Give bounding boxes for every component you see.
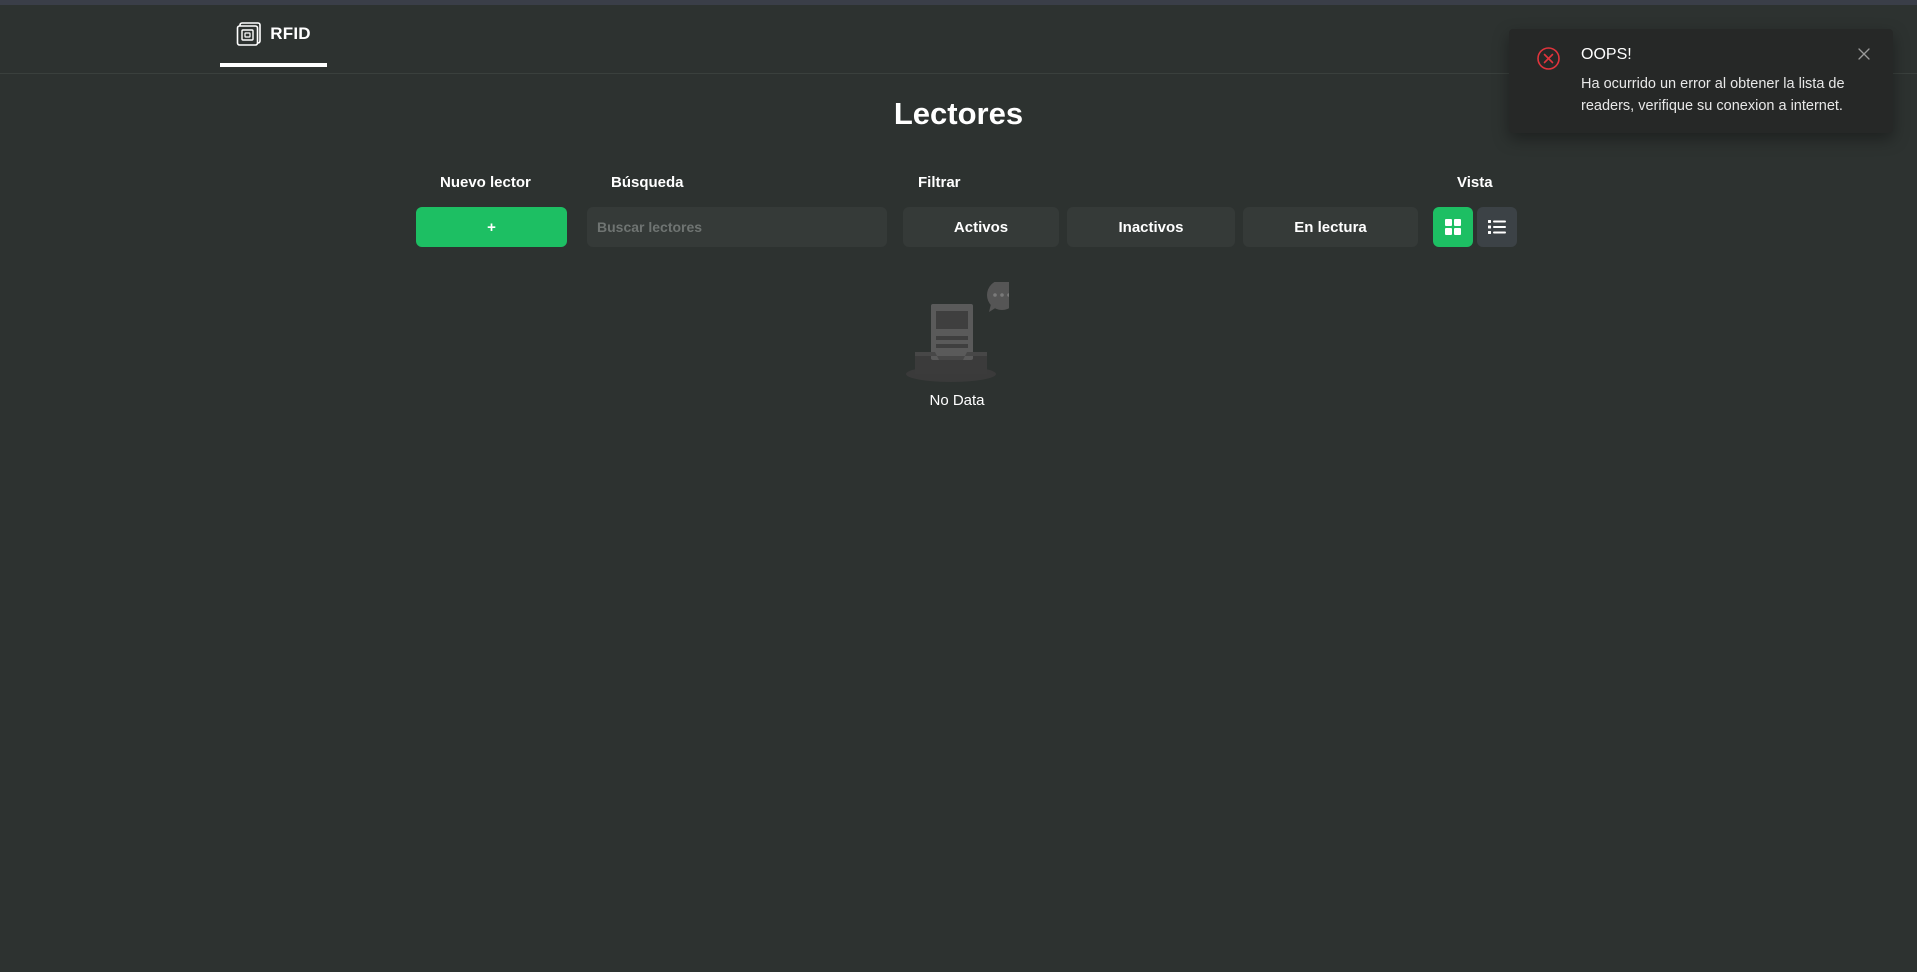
- grid-view-button[interactable]: [1433, 207, 1473, 247]
- nav-tab-rfid[interactable]: RFID: [220, 5, 327, 67]
- empty-inbox-icon: [906, 282, 1009, 382]
- search-label: Búsqueda: [611, 174, 684, 191]
- grid-icon: [1445, 219, 1461, 235]
- list-view-button[interactable]: [1477, 207, 1517, 247]
- notification-close-button[interactable]: [1855, 45, 1873, 63]
- filter-en-lectura-button[interactable]: En lectura: [1243, 207, 1418, 247]
- list-icon: [1488, 220, 1506, 234]
- notification-title: OOPS!: [1581, 46, 1632, 63]
- error-notification: OOPS! Ha ocurrido un error al obtener la…: [1509, 29, 1893, 133]
- empty-state: No Data: [905, 282, 1009, 409]
- filter-activos-button[interactable]: Activos: [903, 207, 1059, 247]
- rfid-chip-icon: [236, 22, 262, 46]
- filter-inactivos-button[interactable]: Inactivos: [1067, 207, 1235, 247]
- error-circle-icon: [1537, 47, 1560, 70]
- close-icon: [1858, 48, 1870, 60]
- new-reader-label: Nuevo lector: [440, 174, 531, 191]
- search-input[interactable]: [587, 207, 887, 247]
- nav-tab-label: RFID: [270, 24, 311, 43]
- empty-state-text: No Data: [929, 392, 985, 409]
- add-reader-button[interactable]: +: [416, 207, 567, 247]
- filter-label: Filtrar: [918, 174, 961, 191]
- notification-message: Ha ocurrido un error al obtener la lista…: [1581, 76, 1845, 114]
- view-label: Vista: [1457, 174, 1493, 191]
